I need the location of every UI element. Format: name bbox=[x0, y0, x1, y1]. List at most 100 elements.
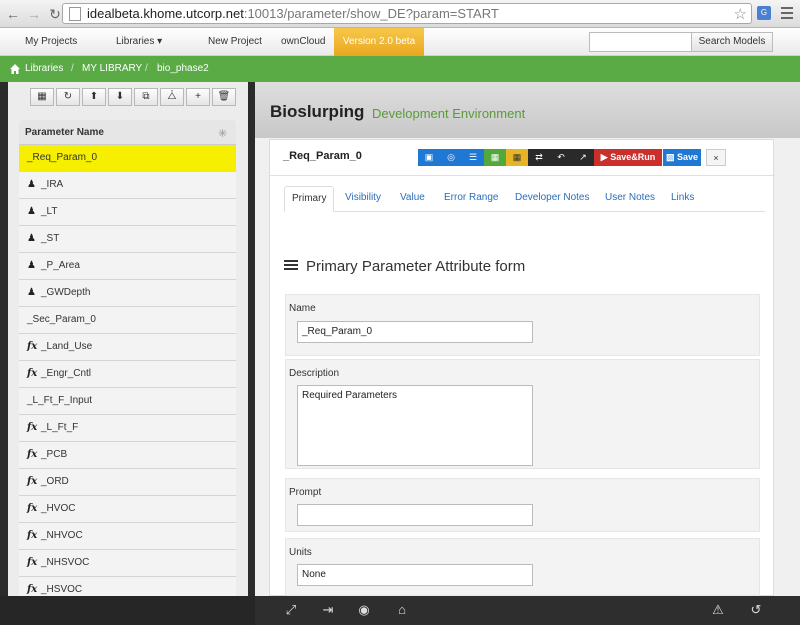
function-icon: fx bbox=[27, 422, 38, 433]
param-item[interactable]: ♟ _IRA bbox=[19, 172, 236, 199]
tab-value[interactable]: Value bbox=[400, 186, 425, 212]
param-item[interactable]: ✳ _Sec_Param_0 bbox=[19, 128, 236, 334]
description-field[interactable]: Required Parameters bbox=[297, 385, 533, 466]
function-icon: fx bbox=[27, 368, 38, 379]
units-field[interactable]: None bbox=[297, 564, 533, 586]
my-projects-link[interactable]: My Projects bbox=[25, 28, 77, 56]
calculator-icon[interactable]: ▦ bbox=[30, 88, 54, 106]
back-arrow-icon[interactable]: ← bbox=[5, 6, 21, 22]
param-item[interactable]: ✳ _L_Ft_F_Input bbox=[19, 128, 236, 415]
trash-icon[interactable]: 🗑 bbox=[212, 88, 236, 106]
param-item-label: _ST bbox=[41, 233, 60, 244]
paste-icon[interactable]: ⧊ bbox=[160, 88, 184, 106]
tab-user-notes[interactable]: User Notes bbox=[605, 186, 655, 212]
param-item-label: _L_Ft_F_Input bbox=[27, 395, 93, 406]
floppy-icon: ▧ bbox=[665, 152, 675, 162]
save-and-run-button[interactable]: ▶ Save&Run bbox=[594, 149, 662, 166]
dock-left bbox=[0, 596, 255, 625]
title-bar: Bioslurping Development Environment bbox=[255, 82, 800, 138]
name-field[interactable]: _Req_Param_0 bbox=[297, 321, 533, 343]
bottom-dock: ⤢ ⇥ ◉ ⌂ ⚠ ↺ bbox=[0, 596, 800, 625]
param-item[interactable]: ✳ _Req_Param_0 bbox=[19, 128, 236, 172]
save-button[interactable]: ▧ Save bbox=[663, 149, 701, 166]
page-title: Bioslurping bbox=[270, 102, 365, 121]
sign-in-icon[interactable]: ⇥ bbox=[320, 602, 336, 618]
breadcrumb-my-library[interactable]: MY LIBRARY bbox=[82, 56, 142, 82]
function-icon: fx bbox=[27, 530, 38, 541]
search-models-input[interactable] bbox=[589, 32, 692, 52]
tab-developer-notes[interactable]: Developer Notes bbox=[515, 186, 589, 212]
param-item[interactable]: fx _PCB bbox=[19, 442, 236, 469]
form-title: Primary Parameter Attribute form bbox=[284, 258, 525, 275]
param-item-label: _LT bbox=[41, 206, 58, 217]
param-item-label: _NHVOC bbox=[41, 530, 83, 541]
swap-icon[interactable]: ⇄ bbox=[528, 149, 550, 166]
extension-icon[interactable]: G bbox=[757, 6, 771, 20]
param-item[interactable]: fx _HVOC bbox=[19, 496, 236, 523]
param-item[interactable]: fx _Land_Use bbox=[19, 334, 236, 361]
globe-icon[interactable]: ◎ bbox=[440, 149, 462, 166]
breadcrumb-libraries[interactable]: Libraries bbox=[25, 56, 63, 82]
reload-icon[interactable]: ↻ bbox=[47, 6, 63, 22]
param-item[interactable]: fx _ORD bbox=[19, 469, 236, 496]
form-title-text: Primary Parameter Attribute form bbox=[306, 258, 526, 275]
trash-icon[interactable]: ▣ bbox=[418, 149, 440, 166]
fullscreen-icon[interactable]: ⤢ bbox=[283, 602, 299, 618]
param-item[interactable]: ♟ _LT bbox=[19, 199, 236, 226]
search-models-button[interactable]: Search Models bbox=[691, 32, 773, 52]
tab-bar: Primary Visibility Value Error Range Dev… bbox=[284, 186, 765, 212]
param-item[interactable]: ♟ _P_Area bbox=[19, 253, 236, 280]
refresh-icon[interactable]: ↻ bbox=[56, 88, 80, 106]
sign-out-icon[interactable]: ↺ bbox=[748, 602, 764, 618]
param-item-label: _Land_Use bbox=[41, 341, 93, 352]
param-item-label: _Sec_Param_0 bbox=[27, 314, 96, 325]
libraries-label: Libraries bbox=[116, 36, 155, 47]
caret-down-icon: ▾ bbox=[157, 36, 163, 47]
save-label: Save bbox=[677, 152, 699, 162]
param-item-label: _Engr_Cntl bbox=[41, 368, 92, 379]
prompt-field[interactable] bbox=[297, 504, 533, 526]
param-item[interactable]: ♟ _ST bbox=[19, 226, 236, 253]
home-icon[interactable]: ⌂ bbox=[394, 602, 410, 618]
user-icon: ♟ bbox=[27, 233, 36, 244]
grid-icon[interactable]: ▦ bbox=[506, 149, 528, 166]
palette-icon[interactable]: ◉ bbox=[356, 602, 372, 618]
address-bar[interactable]: idealbeta.khome.utcorp.net:10013/paramet… bbox=[62, 3, 752, 24]
param-item-label: _PCB bbox=[41, 449, 68, 460]
url-path: :10013/parameter/show_DE?param=START bbox=[243, 6, 499, 21]
undo-icon[interactable]: ↶ bbox=[550, 149, 572, 166]
url-host: idealbeta.khome.utcorp.net bbox=[87, 6, 244, 21]
page-icon bbox=[69, 6, 81, 21]
tab-links[interactable]: Links bbox=[671, 186, 694, 212]
browser-menu-icon[interactable] bbox=[781, 7, 793, 22]
copy-icon[interactable]: ⧉ bbox=[134, 88, 158, 106]
new-project-link[interactable]: New Project bbox=[208, 28, 262, 56]
function-icon: fx bbox=[27, 449, 38, 460]
forward-arrow-icon[interactable]: → bbox=[26, 6, 42, 22]
tab-primary[interactable]: Primary bbox=[284, 186, 335, 212]
owncloud-link[interactable]: ownCloud bbox=[281, 28, 325, 56]
libraries-dropdown[interactable]: Libraries ▾ bbox=[116, 28, 162, 56]
function-icon: fx bbox=[27, 476, 38, 487]
database-icon[interactable]: ☰ bbox=[462, 149, 484, 166]
table-icon[interactable]: ▦ bbox=[484, 149, 506, 166]
arrow-down-icon[interactable]: ⬇ bbox=[108, 88, 132, 106]
param-item[interactable]: fx _NHSVOC bbox=[19, 550, 236, 577]
home-icon bbox=[10, 64, 20, 74]
param-item[interactable]: fx _NHVOC bbox=[19, 523, 236, 550]
close-button[interactable]: × bbox=[706, 149, 726, 166]
prompt-fieldset: Prompt bbox=[285, 478, 760, 532]
param-item[interactable]: fx _Engr_Cntl bbox=[19, 361, 236, 388]
list-icon bbox=[284, 260, 298, 272]
tab-visibility[interactable]: Visibility bbox=[345, 186, 381, 212]
warning-icon[interactable]: ⚠ bbox=[710, 602, 726, 618]
browser-toolbar: ← → ↻ idealbeta.khome.utcorp.net:10013/p… bbox=[0, 0, 800, 28]
param-item[interactable]: fx _L_Ft_F bbox=[19, 415, 236, 442]
share-icon[interactable]: ↗ bbox=[572, 149, 594, 166]
add-icon[interactable]: + bbox=[186, 88, 210, 106]
version-badge[interactable]: Version 2.0 beta bbox=[334, 28, 424, 56]
arrow-up-icon[interactable]: ⬆ bbox=[82, 88, 106, 106]
bookmark-star-icon[interactable]: ☆ bbox=[734, 5, 747, 23]
param-item[interactable]: ♟ _GWDepth bbox=[19, 280, 236, 307]
tab-error-range[interactable]: Error Range bbox=[444, 186, 498, 212]
